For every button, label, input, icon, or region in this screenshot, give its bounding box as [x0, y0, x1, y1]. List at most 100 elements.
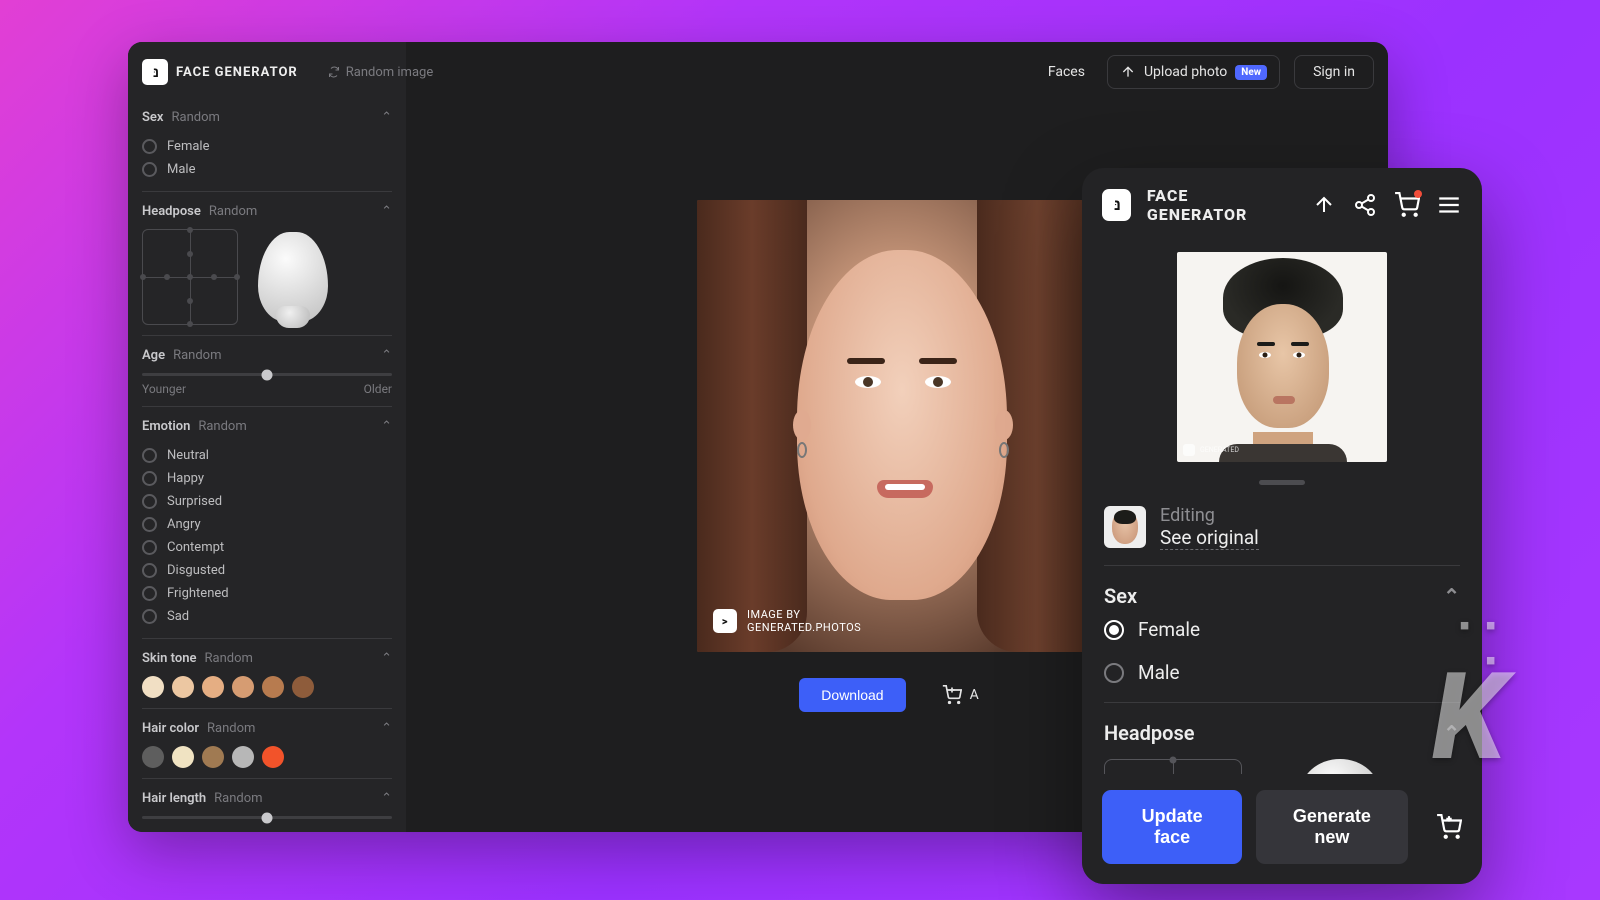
footer-cart-button[interactable] [1436, 814, 1462, 840]
generate-new-button[interactable]: Generate new [1256, 790, 1407, 864]
mobile-radio-female[interactable]: Female [1104, 608, 1460, 651]
radio-male[interactable]: Male [142, 158, 392, 181]
update-face-button[interactable]: Update face [1102, 790, 1242, 864]
faces-link[interactable]: Faces [1048, 64, 1085, 80]
mobile-scroll[interactable]: Editing See original Sex ⌃ Female Male H… [1082, 485, 1482, 774]
skin-swatches [142, 676, 392, 698]
section-emotion-header[interactable]: Emotion Random ⌃ [142, 419, 392, 434]
chevron-up-icon: ⌃ [381, 348, 392, 363]
section-sex: Sex Random ⌃ Female Male [142, 102, 392, 191]
swatch-hair-4[interactable] [232, 746, 254, 768]
swatch-hair-3[interactable] [202, 746, 224, 768]
swatch-hair-2[interactable] [172, 746, 194, 768]
swatch-skin-3[interactable] [202, 676, 224, 698]
slider-thumb[interactable] [262, 812, 273, 823]
see-original-link[interactable]: See original [1160, 526, 1259, 550]
mobile-headpose-header[interactable]: Headpose ⌃ [1104, 721, 1460, 745]
editing-row: Editing See original [1104, 495, 1460, 566]
random-image-link[interactable]: Random image [328, 65, 433, 80]
radio-surprised[interactable]: Surprised [142, 490, 392, 513]
radio-label: Neutral [167, 448, 209, 463]
swatch-skin-1[interactable] [142, 676, 164, 698]
hair-length-slider[interactable] [142, 816, 392, 819]
head-model-icon [1300, 759, 1380, 774]
chevron-up-icon: ⌃ [381, 419, 392, 434]
mobile-section-sex: Sex ⌃ Female Male [1104, 566, 1460, 703]
mobile-panel: נּ FACE GENERATOR GENERATED Editing See … [1082, 168, 1482, 884]
radio-icon [1104, 663, 1124, 683]
brand-name: FACE GENERATOR [176, 65, 298, 80]
radio-label: Male [167, 162, 195, 177]
section-headpose-header[interactable]: Headpose Random ⌃ [142, 204, 392, 219]
mobile-section-headpose: Headpose ⌃ [1104, 703, 1460, 774]
radio-label: Angry [167, 517, 201, 532]
radio-happy[interactable]: Happy [142, 467, 392, 490]
radio-frightened[interactable]: Frightened [142, 582, 392, 605]
sign-in-button[interactable]: Sign in [1294, 55, 1374, 89]
radio-label: Male [1138, 661, 1180, 684]
section-hair-color-header[interactable]: Hair color Random ⌃ [142, 721, 392, 736]
brand-name: FACE GENERATOR [1147, 186, 1280, 224]
upload-photo-button[interactable]: Upload photo New [1107, 55, 1280, 89]
swatch-skin-2[interactable] [172, 676, 194, 698]
upload-icon-button[interactable] [1311, 193, 1336, 217]
radio-neutral[interactable]: Neutral [142, 444, 392, 467]
mobile-sex-header[interactable]: Sex ⌃ [1104, 584, 1460, 608]
share-icon-button[interactable] [1353, 193, 1378, 217]
sex-value: Random [172, 110, 220, 125]
age-min-label: Younger [142, 382, 186, 396]
radio-angry[interactable]: Angry [142, 513, 392, 536]
refresh-icon [328, 66, 340, 78]
headpose-grid[interactable] [142, 229, 238, 325]
download-button[interactable]: Download [799, 678, 905, 712]
radio-label: Happy [167, 471, 204, 486]
haircolor-label: Hair color [142, 721, 199, 736]
swatch-hair-5[interactable] [262, 746, 284, 768]
chevron-up-icon: ⌃ [381, 791, 392, 806]
watermark-logo-icon: > [713, 609, 737, 633]
head-model-icon [258, 232, 328, 322]
radio-icon [142, 471, 157, 486]
swatch-skin-4[interactable] [232, 676, 254, 698]
radio-icon [142, 139, 157, 154]
radio-icon [142, 540, 157, 555]
original-thumbnail[interactable] [1104, 506, 1146, 548]
radio-icon [142, 517, 157, 532]
slider-thumb[interactable] [262, 369, 273, 380]
add-to-cart-button[interactable]: A [926, 676, 995, 714]
section-hair-length-header[interactable]: Hair length Random ⌃ [142, 791, 392, 806]
chevron-up-icon: ⌃ [381, 110, 392, 125]
section-sex-header[interactable]: Sex Random ⌃ [142, 110, 392, 125]
radio-disgusted[interactable]: Disgusted [142, 559, 392, 582]
section-emotion: Emotion Random ⌃ Neutral Happy Surprised… [142, 406, 392, 638]
age-slider[interactable] [142, 373, 392, 376]
radio-label: Disgusted [167, 563, 225, 578]
age-label: Age [142, 348, 165, 363]
section-age-header[interactable]: Age Random ⌃ [142, 348, 392, 363]
swatch-skin-6[interactable] [292, 676, 314, 698]
chevron-up-icon: ⌃ [381, 204, 392, 219]
section-hair-length: Hair length Random ⌃ Hair loss [142, 778, 392, 832]
upload-icon [1120, 64, 1136, 80]
swatch-skin-5[interactable] [262, 676, 284, 698]
mobile-radio-male[interactable]: Male [1104, 651, 1460, 694]
watermark-line1: IMAGE BY [747, 608, 861, 621]
section-age: Age Random ⌃ Younger Older [142, 335, 392, 406]
hair-swatches [142, 746, 392, 768]
radio-female[interactable]: Female [142, 135, 392, 158]
mobile-footer: Update face Generate new [1082, 774, 1482, 884]
section-skin-tone-header[interactable]: Skin tone Random ⌃ [142, 651, 392, 666]
watermark: > IMAGE BY GENERATED.PHOTOS [713, 608, 861, 634]
radio-sad[interactable]: Sad [142, 605, 392, 628]
editing-label: Editing [1160, 505, 1259, 526]
cart-icon-button[interactable] [1394, 192, 1420, 218]
mobile-preview: GENERATED [1082, 242, 1482, 470]
new-badge: New [1235, 65, 1267, 80]
brand-logo-icon: נּ [142, 59, 168, 85]
swatch-hair-1[interactable] [142, 746, 164, 768]
radio-label: Surprised [167, 494, 222, 509]
mobile-headpose-grid[interactable] [1104, 759, 1242, 774]
topbar: נּ FACE GENERATOR Random image Faces Upl… [128, 42, 1388, 102]
menu-icon-button[interactable] [1436, 192, 1462, 218]
radio-contempt[interactable]: Contempt [142, 536, 392, 559]
